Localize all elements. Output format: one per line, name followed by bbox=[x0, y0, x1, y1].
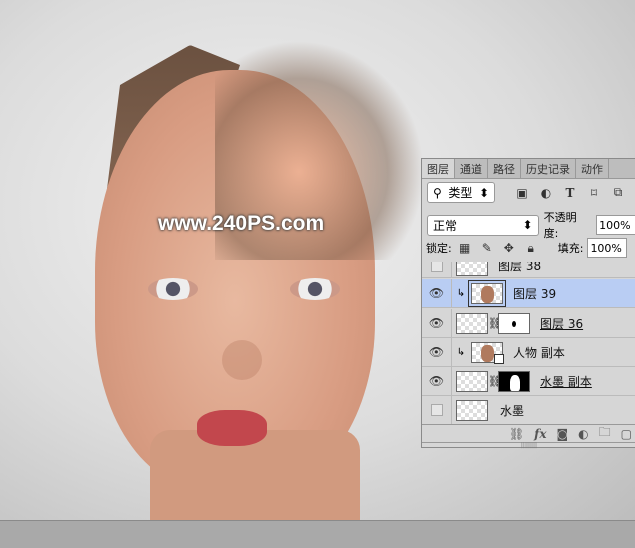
layers-toolbar: ⛓︎ fx ◙ ◐ 🗀︎ ▢ bbox=[422, 424, 635, 442]
clip-arrow-icon: ↳ bbox=[456, 346, 466, 358]
add-mask-icon[interactable]: ◙ bbox=[557, 427, 569, 441]
layer-row[interactable]: 👁︎ ⛓︎ 水墨 副本 bbox=[422, 367, 635, 396]
tab-channels[interactable]: 通道 bbox=[455, 159, 488, 178]
layer-mask-thumbnail bbox=[498, 370, 530, 392]
tab-actions[interactable]: 动作 bbox=[576, 159, 609, 178]
layer-thumbnail bbox=[456, 312, 488, 334]
watermark: www.240PS.com bbox=[158, 212, 325, 235]
visibility-toggle[interactable] bbox=[422, 396, 452, 424]
portrait-neck bbox=[150, 430, 360, 520]
layer-name: 人物 副本 bbox=[513, 345, 565, 360]
chain-link-icon[interactable]: ⛓︎ bbox=[488, 317, 502, 330]
layer-name: 水墨 副本 bbox=[540, 374, 592, 389]
layer-mask-thumbnail bbox=[498, 312, 530, 334]
shape-filter-icon[interactable]: ⌑ bbox=[585, 186, 603, 200]
type-filter-icon[interactable]: T bbox=[561, 186, 579, 200]
layer-name: 图层 36 bbox=[540, 316, 584, 331]
panel-tabs: 图层 通道 路径 历史记录 动作 bbox=[422, 159, 635, 179]
clip-arrow-icon: ↳ bbox=[456, 287, 466, 299]
link-layers-icon[interactable]: ⛓︎ bbox=[509, 427, 524, 441]
tab-history[interactable]: 历史记录 bbox=[521, 159, 576, 178]
layer-list: 图层 38 👁︎ ↳ 图层 39 👁︎ ⛓︎ 图层 36 👁︎ ↳ 人物 副本 … bbox=[422, 262, 635, 424]
visibility-toggle[interactable] bbox=[422, 262, 452, 277]
layer-thumbnail bbox=[468, 279, 506, 307]
brush-icon[interactable]: ✎ bbox=[478, 241, 496, 255]
opacity-label: 不透明度: bbox=[543, 211, 577, 240]
layer-row-selected[interactable]: 👁︎ ↳ 图层 39 bbox=[422, 279, 635, 308]
opacity-input[interactable]: 100% bbox=[596, 215, 635, 235]
blend-mode-select[interactable]: 正常 ⬍ bbox=[427, 214, 539, 236]
smart-object-icon bbox=[494, 353, 504, 364]
lock-row: 锁定: ▦ ✎ ✥ 🔒︎ 填充: 100% bbox=[422, 238, 635, 258]
layer-row[interactable]: 图层 38 bbox=[422, 262, 635, 278]
layer-name: 水墨 bbox=[500, 403, 525, 418]
folder-icon[interactable]: 🗀︎ bbox=[599, 423, 611, 444]
lock-label: 锁定: bbox=[426, 242, 452, 255]
fill-label: 填充: bbox=[557, 242, 584, 255]
lips bbox=[197, 410, 267, 446]
eye-icon[interactable]: 👁︎ bbox=[422, 338, 452, 366]
eye-icon[interactable]: 👁︎ bbox=[422, 279, 452, 307]
image-filter-icon[interactable]: ▣ bbox=[513, 186, 531, 200]
status-bar bbox=[0, 520, 635, 548]
tab-layers[interactable]: 图层 bbox=[422, 159, 455, 178]
layer-thumbnail bbox=[471, 341, 504, 364]
eye-icon[interactable]: 👁︎ bbox=[422, 309, 452, 337]
adjustment-layer-icon[interactable]: ◐ bbox=[578, 427, 588, 441]
layer-row[interactable]: 👁︎ ↳ 人物 副本 bbox=[422, 338, 635, 367]
search-icon: ⚲ bbox=[433, 185, 442, 200]
fill-input[interactable]: 100% bbox=[587, 238, 628, 258]
updown-icon: ⬍ bbox=[478, 185, 489, 200]
left-eye bbox=[148, 278, 198, 300]
lock-icon[interactable]: 🔒︎ bbox=[522, 241, 540, 256]
new-layer-icon[interactable]: ▢ bbox=[621, 427, 632, 441]
adjustment-filter-icon[interactable]: ◐ bbox=[537, 186, 555, 200]
layers-panel: 图层 通道 路径 历史记录 动作 ⚲ 类型 ⬍ ▣ ◐ T ⌑ ⧉ 正常 ⬍ 不透明度… bbox=[421, 158, 635, 449]
layer-thumbnail bbox=[456, 262, 488, 276]
layer-row[interactable]: 👁︎ ⛓︎ 图层 36 bbox=[422, 309, 635, 338]
right-eye bbox=[290, 278, 340, 300]
tab-paths[interactable]: 路径 bbox=[488, 159, 521, 178]
layer-name: 图层 bbox=[498, 262, 523, 273]
updown-icon: ⬍ bbox=[522, 218, 533, 232]
move-icon[interactable]: ✥ bbox=[500, 241, 518, 255]
nose bbox=[222, 340, 262, 380]
smart-object-filter-icon[interactable]: ⧉ bbox=[609, 185, 627, 200]
layer-thumbnail bbox=[456, 370, 488, 392]
chain-link-icon[interactable]: ⛓︎ bbox=[488, 375, 502, 388]
filter-type-select[interactable]: ⚲ 类型 ⬍ bbox=[427, 182, 495, 203]
layer-name: 图层 bbox=[513, 286, 538, 301]
blend-row: 正常 ⬍ 不透明度: 100% bbox=[422, 209, 635, 241]
lock-transparent-icon[interactable]: ▦ bbox=[456, 241, 474, 255]
filter-row: ⚲ 类型 ⬍ ▣ ◐ T ⌑ ⧉ bbox=[422, 182, 635, 203]
resize-grip[interactable]: |||||||| bbox=[422, 442, 635, 449]
layer-row[interactable]: 水墨 bbox=[422, 396, 635, 424]
fx-button[interactable]: fx bbox=[534, 427, 546, 441]
eye-icon[interactable]: 👁︎ bbox=[422, 367, 452, 395]
layer-thumbnail bbox=[456, 399, 488, 421]
